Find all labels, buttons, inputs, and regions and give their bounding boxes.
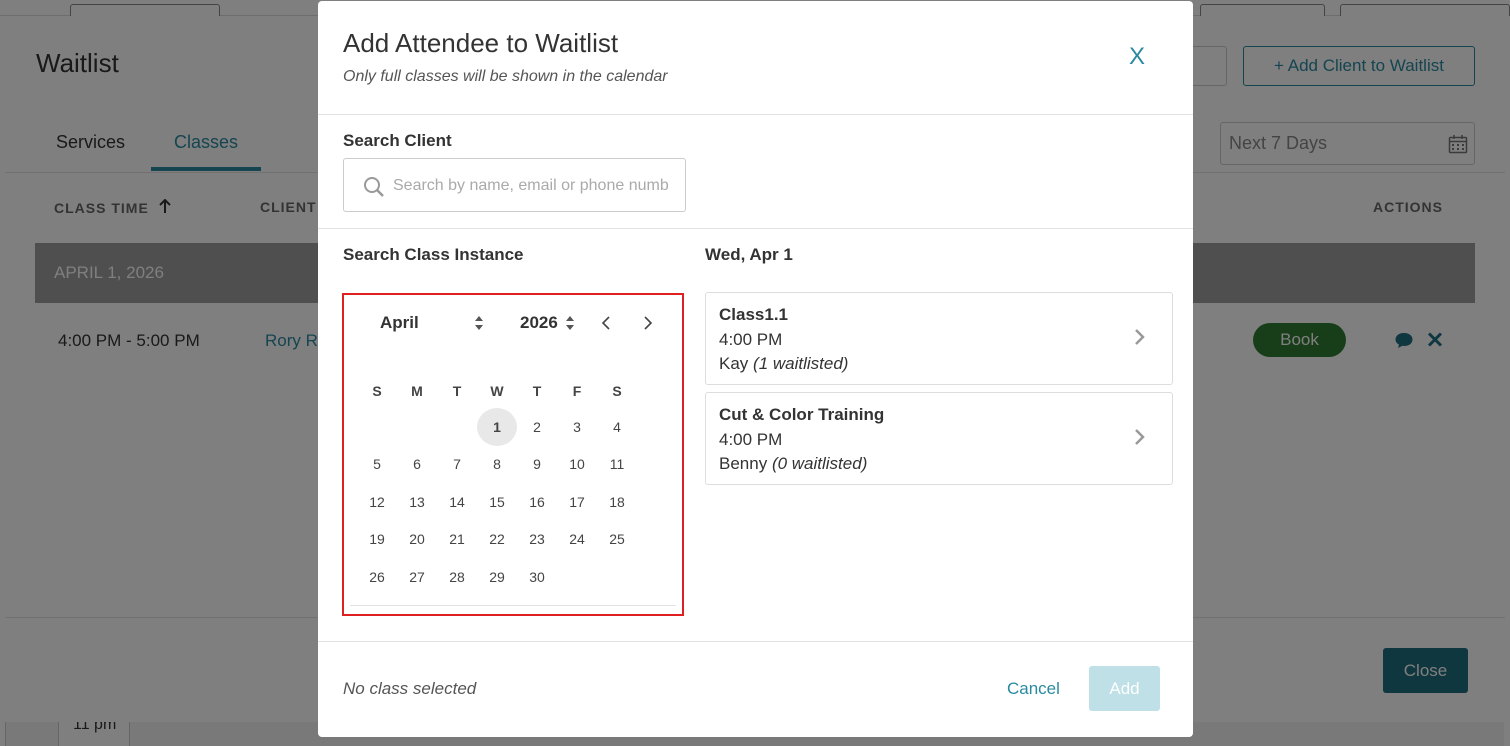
calendar-day[interactable]: 24	[557, 520, 597, 558]
calendar-day[interactable]: 2	[517, 408, 557, 446]
class-instructor: Kay (1 waitlisted)	[719, 354, 848, 374]
chevron-right-icon	[1135, 329, 1145, 345]
calendar-day[interactable]: 27	[397, 558, 437, 596]
calendar-day[interactable]: 26	[357, 558, 397, 596]
calendar-day[interactable]: 11	[597, 445, 637, 483]
class-option-card[interactable]: Class1.1 4:00 PM Kay (1 waitlisted)	[705, 292, 1173, 385]
calendar-weekday: S	[612, 383, 622, 399]
modal-title: Add Attendee to Waitlist	[343, 28, 619, 58]
calendar-day[interactable]: 15	[477, 483, 517, 521]
calendar-weekday: W	[490, 383, 504, 399]
calendar-day-selected[interactable]: 1	[477, 408, 517, 446]
spinner-icon[interactable]	[565, 315, 575, 331]
calendar-day[interactable]: 28	[437, 558, 477, 596]
chevron-right-icon	[1135, 429, 1145, 445]
class-name: Cut & Color Training	[719, 405, 885, 424]
calendar-day[interactable]: 5	[357, 445, 397, 483]
class-instructor: Benny (0 waitlisted)	[719, 454, 867, 474]
calendar-weekday: M	[411, 383, 423, 399]
calendar-day[interactable]: 6	[397, 445, 437, 483]
modal-header-divider	[318, 114, 1193, 115]
search-client-input[interactable]	[391, 173, 671, 199]
class-option-card[interactable]: Cut & Color Training 4:00 PM Benny (0 wa…	[705, 392, 1173, 485]
search-icon	[364, 177, 384, 197]
chevron-left-icon[interactable]	[601, 315, 611, 331]
calendar-day[interactable]: 18	[597, 483, 637, 521]
calendar-year-select[interactable]: 2026	[520, 313, 558, 333]
calendar-day[interactable]: 4	[597, 408, 637, 446]
calendar-month-select[interactable]: April	[380, 313, 419, 333]
calendar-day[interactable]: 19	[357, 520, 397, 558]
calendar-day[interactable]: 8	[477, 445, 517, 483]
add-attendee-modal: Add Attendee to Waitlist Only full class…	[318, 1, 1193, 737]
calendar-day[interactable]: 20	[397, 520, 437, 558]
search-client-label: Search Client	[343, 131, 452, 150]
class-name: Class1.1	[719, 305, 788, 324]
calendar-day[interactable]: 29	[477, 558, 517, 596]
calendar-day[interactable]: 7	[437, 445, 477, 483]
calendar-day[interactable]: 10	[557, 445, 597, 483]
calendar-day[interactable]: 30	[517, 558, 557, 596]
add-button[interactable]: Add	[1089, 666, 1160, 711]
calendar-bottom-divider	[350, 605, 676, 606]
calendar-day[interactable]: 16	[517, 483, 557, 521]
calendar-day[interactable]: 25	[597, 520, 637, 558]
calendar-day[interactable]: 17	[557, 483, 597, 521]
search-class-instance-label: Search Class Instance	[343, 245, 524, 264]
waitlist-count: (0 waitlisted)	[771, 454, 868, 473]
calendar-weekday: T	[532, 383, 542, 399]
chevron-right-icon[interactable]	[643, 315, 653, 331]
calendar-weekday: S	[372, 383, 382, 399]
cancel-button[interactable]: Cancel	[1007, 679, 1060, 699]
calendar-day[interactable]: 21	[437, 520, 477, 558]
modal-section-divider	[318, 228, 1193, 229]
calendar-day[interactable]: 14	[437, 483, 477, 521]
search-client-box[interactable]	[343, 158, 686, 212]
selected-date-label: Wed, Apr 1	[705, 245, 793, 264]
calendar-day[interactable]: 23	[517, 520, 557, 558]
instructor-name: Benny	[719, 454, 768, 473]
waitlist-count: (1 waitlisted)	[753, 354, 849, 373]
calendar-day[interactable]: 9	[517, 445, 557, 483]
calendar-weekday: T	[452, 383, 462, 399]
calendar-weekday: F	[572, 383, 582, 399]
class-time: 4:00 PM	[719, 330, 783, 349]
calendar-day[interactable]: 13	[397, 483, 437, 521]
spinner-icon[interactable]	[474, 315, 484, 331]
calendar-day[interactable]: 3	[557, 408, 597, 446]
instructor-name: Kay	[719, 354, 749, 373]
class-time: 4:00 PM	[719, 430, 783, 449]
modal-subtitle: Only full classes will be shown in the c…	[343, 68, 668, 85]
modal-close-button[interactable]: X	[1129, 43, 1145, 71]
selection-status: No class selected	[343, 679, 477, 698]
modal-footer-divider	[318, 641, 1193, 642]
calendar-day[interactable]: 22	[477, 520, 517, 558]
class-calendar: April 2026 S M T W T F S 1 2 3 4 5 6 7 8 9 10 11 12 13 14 15 1…	[342, 293, 684, 616]
calendar-day[interactable]: 12	[357, 483, 397, 521]
